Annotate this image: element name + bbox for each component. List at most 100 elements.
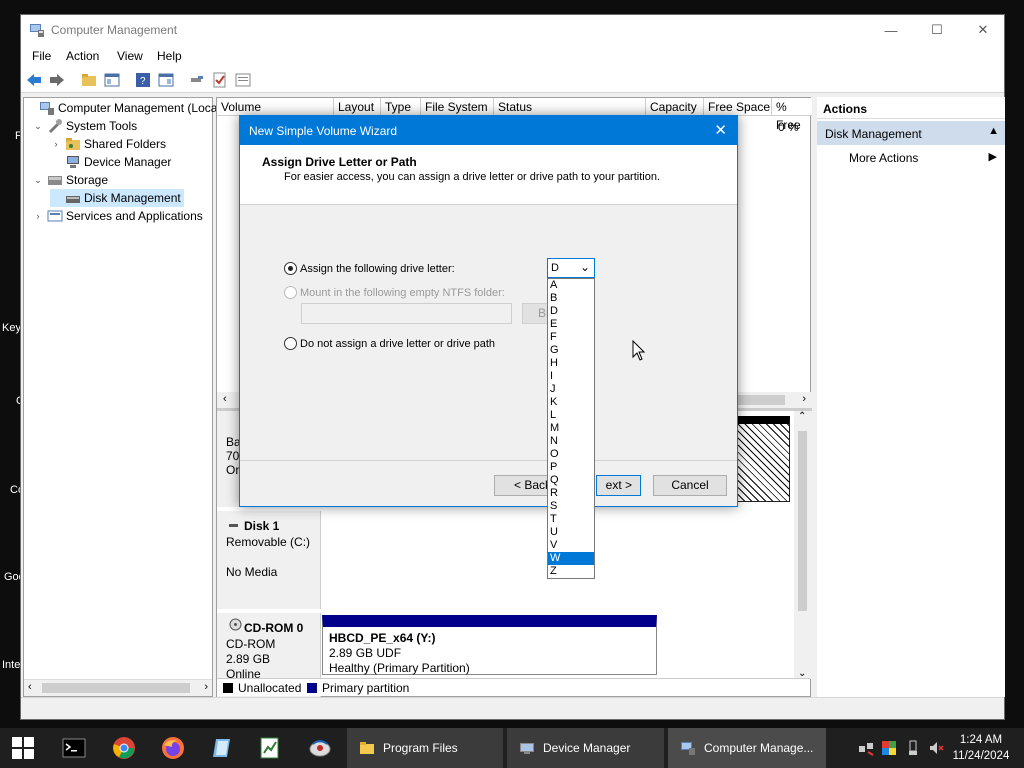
scroll-right-icon[interactable]: › — [802, 393, 806, 405]
display-tray-icon[interactable] — [881, 740, 897, 756]
scroll-thumb[interactable] — [798, 431, 807, 611]
actions-section-disk-management[interactable]: Disk Management ▲ — [817, 121, 1005, 145]
connect-icon[interactable] — [189, 72, 205, 88]
drive-letter-option[interactable]: J — [548, 383, 594, 396]
maximize-button[interactable]: ☐ — [914, 15, 960, 45]
drive-letter-option[interactable]: N — [548, 435, 594, 448]
taskbar-computer-management[interactable]: Computer Manage... — [668, 728, 826, 768]
drive-letter-option[interactable]: O — [548, 448, 594, 461]
notebook-app-icon[interactable] — [210, 736, 234, 760]
drive-letter-option[interactable]: I — [548, 370, 594, 383]
tree-horizontal-scrollbar[interactable]: ‹ › — [24, 679, 212, 696]
scroll-thumb[interactable] — [42, 683, 190, 693]
col-free-space[interactable]: Free Space — [704, 98, 772, 116]
title-bar[interactable]: Computer Management — ☐ ✕ — [21, 15, 1004, 45]
scroll-left-icon[interactable]: ‹ — [28, 681, 32, 693]
drive-letter-option[interactable]: H — [548, 357, 594, 370]
col-layout[interactable]: Layout — [334, 98, 381, 116]
col-type[interactable]: Type — [381, 98, 421, 116]
drive-letter-option[interactable]: R — [548, 487, 594, 500]
chevron-right-icon[interactable]: › — [50, 139, 62, 149]
wizard-close-icon[interactable]: ✕ — [714, 121, 727, 139]
taskbar-device-manager[interactable]: Device Manager — [507, 728, 664, 768]
radio-assign-letter[interactable] — [284, 262, 297, 275]
terminal-icon[interactable] — [62, 736, 86, 760]
help-icon[interactable]: ? — [135, 72, 151, 88]
usb-tray-icon[interactable] — [905, 740, 921, 756]
firefox-icon[interactable] — [161, 736, 185, 760]
radio-mount-folder-label[interactable]: Mount in the following empty NTFS folder… — [300, 287, 505, 299]
network-tray-icon[interactable] — [858, 740, 874, 756]
drive-letter-option[interactable]: E — [548, 318, 594, 331]
forward-arrow-icon[interactable] — [49, 72, 65, 88]
radio-no-letter-label[interactable]: Do not assign a drive letter or drive pa… — [300, 338, 495, 350]
menu-file[interactable]: File — [32, 49, 51, 63]
drive-letter-option[interactable]: K — [548, 396, 594, 409]
close-button[interactable]: ✕ — [960, 15, 1006, 45]
menu-view[interactable]: View — [117, 49, 143, 63]
chevron-down-icon[interactable]: ⌄ — [32, 121, 44, 132]
tree-item-shared-folders[interactable]: › Shared Folders — [50, 135, 167, 153]
minimize-button[interactable]: — — [868, 15, 914, 45]
drive-letter-option[interactable]: A — [548, 279, 594, 292]
drive-letter-option[interactable]: V — [548, 539, 594, 552]
drive-letter-option[interactable]: Q — [548, 474, 594, 487]
drive-letter-option[interactable]: L — [548, 409, 594, 422]
taskbar-clock[interactable]: 1:24 AM 11/24/2024 — [951, 732, 1011, 764]
scroll-left-icon[interactable]: ‹ — [223, 393, 227, 405]
col-status[interactable]: Status — [494, 98, 646, 116]
tree-item-root[interactable]: Computer Management (Local — [24, 99, 220, 117]
scroll-up-icon[interactable]: ⌃ — [798, 411, 806, 422]
drive-letter-select[interactable]: D ⌄ — [547, 258, 595, 278]
cancel-button[interactable]: Cancel — [653, 475, 727, 496]
up-folder-icon[interactable] — [81, 72, 97, 88]
drive-letter-option[interactable]: P — [548, 461, 594, 474]
radio-no-letter[interactable] — [284, 337, 297, 350]
chevron-down-icon[interactable]: ⌄ — [32, 175, 44, 186]
spreadsheet-app-icon[interactable] — [258, 736, 282, 760]
mount-path-field[interactable] — [301, 303, 512, 324]
cdrom-volume-partition[interactable]: HBCD_PE_x64 (Y:) 2.89 GB UDF Healthy (Pr… — [322, 615, 657, 675]
chevron-right-icon[interactable]: › — [32, 211, 44, 221]
drive-letter-option[interactable]: M — [548, 422, 594, 435]
tree-item-services[interactable]: › Services and Applications — [32, 207, 203, 225]
drive-letter-option[interactable]: B — [548, 292, 594, 305]
drive-letter-option[interactable]: F — [548, 331, 594, 344]
show-hide-tree-icon[interactable] — [104, 72, 120, 88]
back-arrow-icon[interactable] — [26, 72, 42, 88]
collapse-up-icon[interactable]: ▲ — [988, 125, 999, 137]
properties-icon[interactable] — [158, 72, 174, 88]
drive-letter-option[interactable]: Z — [548, 565, 594, 578]
drive-letter-option[interactable]: U — [548, 526, 594, 539]
next-button[interactable]: ext > — [596, 475, 641, 496]
radio-mount-folder[interactable] — [284, 286, 297, 299]
tree-item-system-tools[interactable]: ⌄ System Tools — [32, 117, 137, 135]
scroll-right-icon[interactable]: › — [204, 681, 208, 693]
disk-view-scrollbar[interactable]: ⌃ ⌄ — [794, 411, 811, 679]
menu-help[interactable]: Help — [157, 49, 182, 63]
volume-muted-icon[interactable] — [928, 740, 944, 756]
col-file-system[interactable]: File System — [421, 98, 494, 116]
taskbar-program-files[interactable]: Program Files — [347, 728, 503, 768]
tree-item-disk-management[interactable]: Disk Management — [50, 189, 184, 207]
radio-assign-letter-label[interactable]: Assign the following drive letter: — [300, 263, 455, 275]
disk1-info[interactable]: Disk 1 Removable (C:) No Media — [217, 511, 321, 609]
windows-start-icon[interactable] — [12, 737, 34, 759]
drive-letter-option-highlighted[interactable]: W — [548, 552, 594, 565]
drive-letter-option[interactable]: D — [548, 305, 594, 318]
col-volume[interactable]: Volume — [217, 98, 334, 116]
col-capacity[interactable]: Capacity — [646, 98, 704, 116]
checklist-icon[interactable] — [212, 72, 228, 88]
menu-action[interactable]: Action — [66, 49, 99, 63]
tree-item-storage[interactable]: ⌄ Storage — [32, 171, 108, 189]
scroll-thumb[interactable] — [737, 395, 785, 405]
unallocated-partition[interactable] — [737, 416, 790, 502]
chrome-icon[interactable] — [112, 736, 136, 760]
col-percent-free[interactable]: % Free — [772, 98, 812, 132]
disk-tool-icon[interactable] — [308, 736, 332, 760]
drive-letter-option[interactable]: T — [548, 513, 594, 526]
list-view-icon[interactable] — [235, 72, 251, 88]
tree-item-device-manager[interactable]: Device Manager — [50, 153, 171, 171]
drive-letter-option[interactable]: G — [548, 344, 594, 357]
wizard-title-bar[interactable]: New Simple Volume Wizard ✕ — [240, 116, 737, 145]
